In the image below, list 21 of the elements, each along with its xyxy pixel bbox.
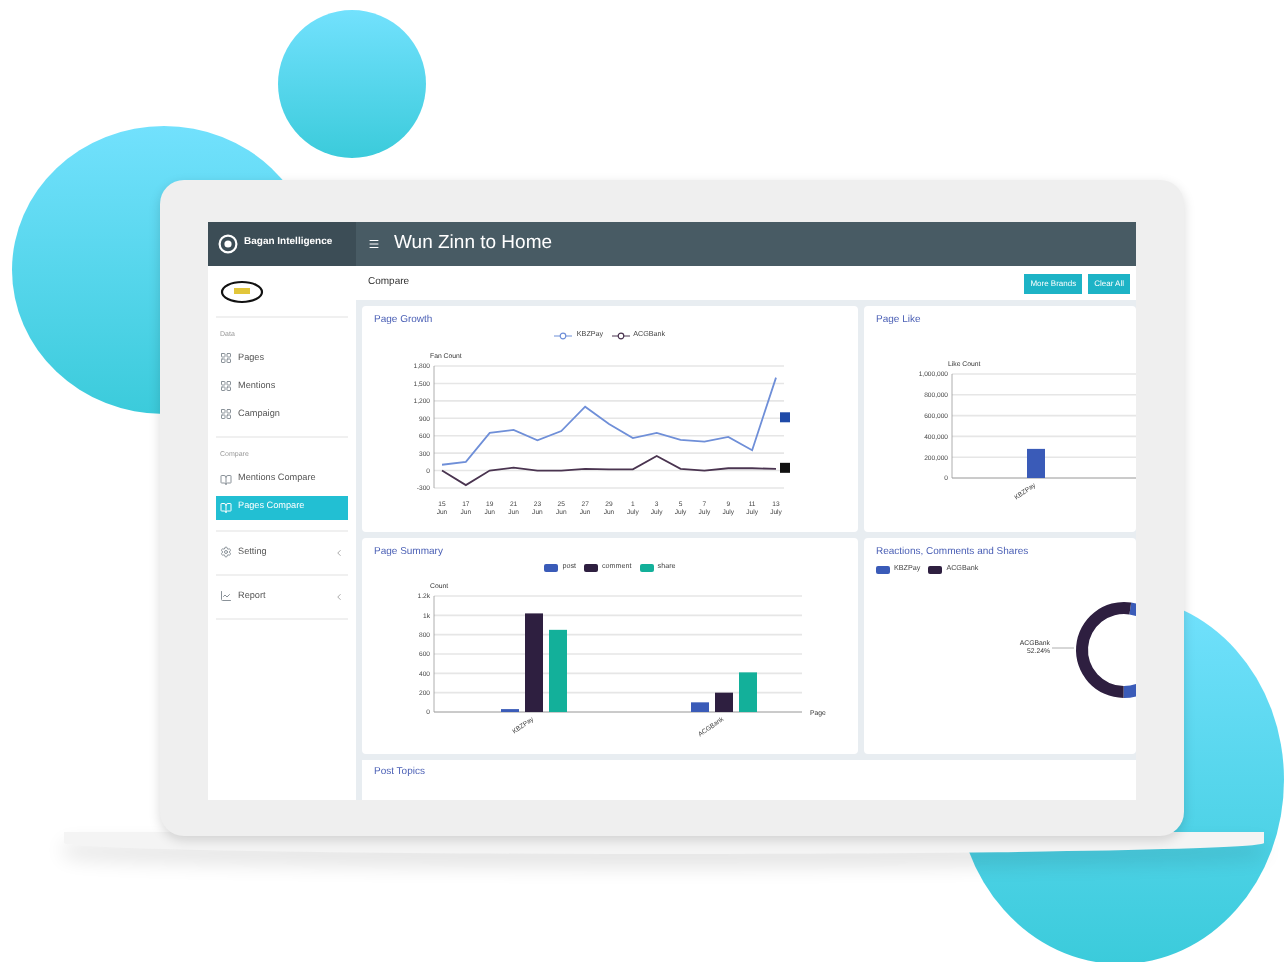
series-end-marker bbox=[780, 412, 790, 423]
grid-icon bbox=[220, 380, 232, 393]
brand-logo-icon bbox=[220, 279, 264, 303]
grid-icon bbox=[220, 408, 232, 421]
grid-icon bbox=[220, 352, 232, 365]
chevron-left-icon bbox=[334, 547, 344, 557]
page-title: Wun Zinn to Home bbox=[394, 229, 553, 258]
book-icon bbox=[220, 473, 232, 485]
series-end-marker bbox=[780, 462, 790, 473]
logo-icon bbox=[218, 234, 238, 254]
bar bbox=[691, 701, 709, 712]
chevron-left-icon bbox=[334, 591, 344, 601]
bar bbox=[549, 629, 567, 712]
line-chart-icon bbox=[220, 590, 232, 602]
bar bbox=[739, 671, 757, 712]
menu-icon[interactable] bbox=[368, 238, 380, 250]
bar bbox=[1027, 448, 1045, 478]
bar bbox=[715, 691, 733, 712]
book-icon bbox=[220, 501, 232, 513]
settings-icon bbox=[220, 546, 232, 558]
bar bbox=[525, 612, 543, 712]
